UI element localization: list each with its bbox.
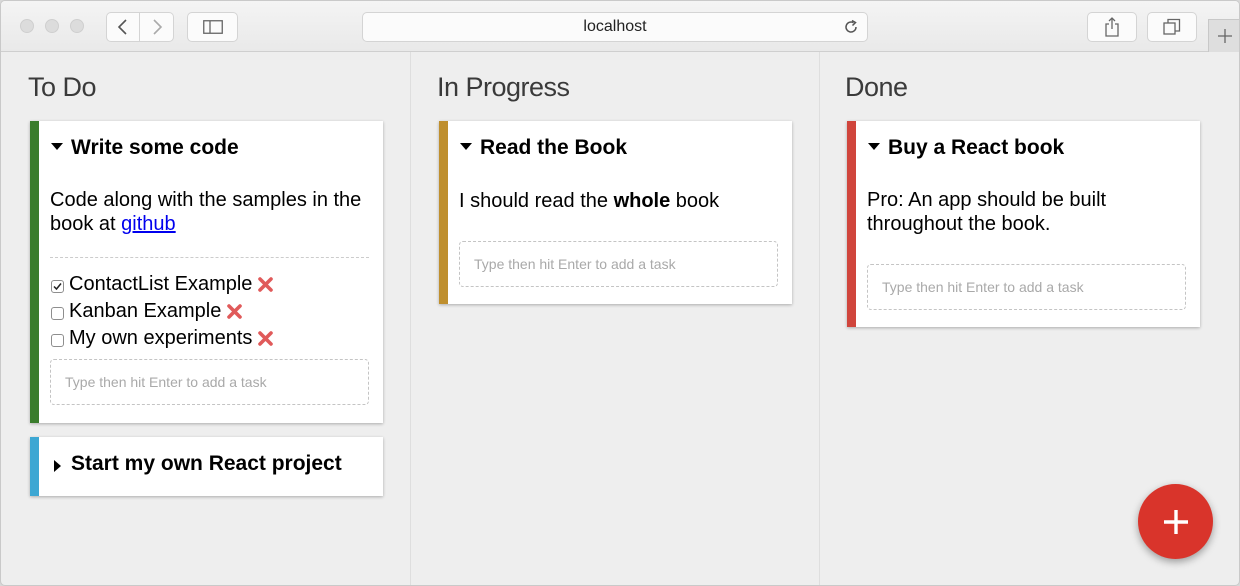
card-description-text: I should read the (459, 190, 614, 212)
checkmark-icon (53, 282, 62, 290)
task-checkbox[interactable] (51, 279, 64, 293)
task-checkbox[interactable] (51, 333, 64, 347)
github-link[interactable]: github (121, 213, 176, 235)
task-item: Kanban Example (51, 299, 243, 323)
remove-x-icon (258, 330, 274, 346)
card-write-some-code: Write some code Code along with the samp… (30, 121, 383, 423)
sidebar-icon (202, 20, 223, 34)
address-bar[interactable]: localhost (362, 12, 868, 42)
add-task-input[interactable] (459, 241, 778, 287)
task-item: My own experiments (51, 326, 274, 350)
add-task-input[interactable] (867, 264, 1186, 310)
remove-x-icon (258, 276, 274, 292)
caret-down-icon[interactable] (867, 142, 881, 152)
chevron-left-icon (117, 19, 127, 35)
card-buy-a-react-book: Buy a React book Pro: An app should be b… (847, 121, 1200, 327)
tabs-icon (1163, 18, 1181, 35)
list-in-progress: In Progress Read the Book I should read … (410, 52, 819, 585)
list-title: To Do (28, 72, 97, 102)
card-description-text: Code along with the samples in the book … (50, 189, 362, 235)
card-title[interactable]: Read the Book (480, 136, 627, 160)
task-name: My own experiments (69, 326, 253, 349)
sidebar-toggle-button[interactable] (187, 12, 238, 42)
list-title: Done (845, 72, 908, 102)
reload-icon[interactable] (843, 19, 859, 35)
card-description: I should read the whole book (459, 189, 779, 213)
caret-down-icon[interactable] (459, 142, 473, 152)
minimize-window-button[interactable] (45, 19, 59, 33)
remove-task-button[interactable] (227, 303, 243, 319)
add-task-input[interactable] (50, 359, 369, 405)
forward-button[interactable] (140, 12, 174, 42)
card-description-bold: whole (613, 190, 671, 212)
browser-toolbar: localhost (1, 1, 1239, 52)
card-title[interactable]: Write some code (71, 136, 239, 160)
list-title: In Progress (437, 72, 570, 102)
zoom-window-button[interactable] (70, 19, 84, 33)
task-item: ContactList Example (51, 272, 274, 296)
caret-down-icon[interactable] (50, 142, 64, 152)
card-read-the-book: Read the Book I should read the whole bo… (439, 121, 792, 304)
remove-task-button[interactable] (258, 330, 274, 346)
card-title[interactable]: Start my own React project (71, 452, 342, 476)
card-divider (50, 257, 369, 258)
card-title[interactable]: Buy a React book (888, 136, 1064, 160)
remove-task-button[interactable] (258, 276, 274, 292)
chevron-right-icon (152, 19, 162, 35)
address-text: localhost (583, 18, 647, 35)
back-button[interactable] (106, 12, 140, 42)
remove-x-icon (227, 303, 243, 319)
share-button[interactable] (1087, 12, 1137, 42)
list-to-do: To Do Write some code Code along with th… (1, 52, 411, 585)
card-description: Code along with the samples in the book … (50, 188, 370, 236)
tabs-overview-button[interactable] (1147, 12, 1197, 42)
card-description-text: book (670, 190, 720, 212)
card-color-stripe (439, 121, 448, 304)
task-name: Kanban Example (69, 299, 222, 322)
task-name: ContactList Example (69, 272, 253, 295)
card-start-my-own-react-project: Start my own React project (30, 437, 383, 496)
card-description: Pro: An app should be built throughout t… (867, 189, 1107, 235)
card-color-stripe (847, 121, 856, 327)
plus-icon (1218, 29, 1232, 43)
card-color-stripe (30, 121, 39, 423)
browser-window: localhost To Do Write some code Code alo… (0, 0, 1240, 586)
plus-icon (1163, 509, 1188, 534)
caret-right-icon[interactable] (53, 459, 63, 473)
card-color-stripe (30, 437, 39, 496)
new-tab-button[interactable] (1208, 19, 1239, 52)
add-card-button[interactable] (1138, 484, 1213, 559)
close-window-button[interactable] (20, 19, 34, 33)
share-icon (1105, 17, 1119, 37)
task-checkbox[interactable] (51, 306, 64, 320)
